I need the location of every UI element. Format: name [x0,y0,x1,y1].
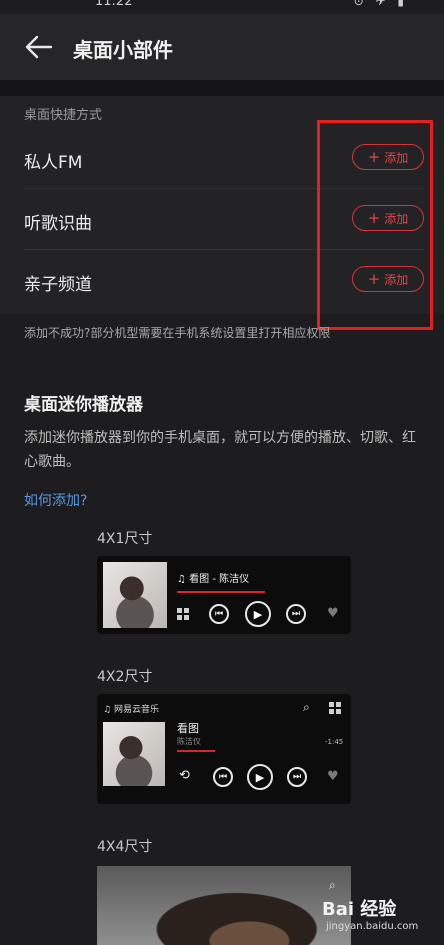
status-bar: 11:22 ⊙ ✈ ▮ [0,0,444,14]
widget-4x2-label: 4X2尺寸 [97,669,153,685]
widget-4x2-song-title: 看图 [177,722,199,735]
widget-4x2-preview: ♫ 网易云音乐 ⌕ 看图 陈洁仪 -1:45 ⟲ ⏮ ▶ ⏭ ♥ [97,694,351,804]
app-header: 桌面小部件 [0,14,444,80]
grid-icon[interactable] [177,608,189,620]
previous-icon[interactable]: ⏮ [209,604,229,624]
search-icon[interactable]: ⌕ [329,878,336,893]
shortcut-label: 听歌识曲 [24,214,92,234]
app-logo-icon: ♫ [177,574,190,585]
section-divider [0,80,444,96]
next-icon[interactable]: ⏭ [286,604,306,624]
next-icon[interactable]: ⏭ [287,767,307,787]
widget-4x1-song: ♫ 看图 - 陈洁仪 [177,574,250,585]
shortcuts-caption: 桌面快捷方式 [24,108,103,123]
album-cover [103,562,167,628]
heart-icon[interactable]: ♥ [327,769,339,784]
status-time: 11:22 [95,0,133,9]
widget-4x4-preview: ⌕ [97,866,351,945]
status-icons: ⊙ ✈ ▮ [353,0,408,8]
widget-4x2-app-name: ♫ 网易云音乐 [103,705,159,715]
highlight-annotation-box [317,120,433,330]
baidu-watermark-logo: Bai 经验 jingyan.baidu.com [322,895,422,941]
app-logo-icon: ♫ [103,705,114,715]
playback-progress [177,591,265,593]
repeat-icon[interactable]: ⟲ [179,768,190,783]
grid-icon[interactable] [329,702,341,714]
back-arrow-icon[interactable] [24,34,54,60]
mini-player-description: 添加迷你播放器到你的手机桌面，就可以方便的播放、切歌、红心歌曲。 [24,430,416,470]
shortcut-label: 亲子频道 [24,275,92,295]
watermark-url: jingyan.baidu.com [326,921,419,932]
play-icon[interactable]: ▶ [247,764,273,790]
how-to-add-link[interactable]: 如何添加? [24,490,87,510]
previous-icon[interactable]: ⏮ [213,767,233,787]
widget-4x1-label: 4X1尺寸 [97,531,153,547]
widget-4x4-label: 4X4尺寸 [97,839,153,855]
permission-note: 添加不成功?部分机型需要在手机系统设置里打开相应权限 [24,326,331,340]
album-cover [103,722,165,786]
page-title: 桌面小部件 [73,38,173,62]
shortcut-label: 私人FM [24,153,83,173]
widget-4x2-time: -1:45 [325,738,344,746]
watermark-brand: Bai 经验 [322,899,397,920]
search-icon[interactable]: ⌕ [303,700,310,715]
play-icon[interactable]: ▶ [245,601,271,627]
mini-player-title: 桌面迷你播放器 [24,395,143,415]
widget-4x1-preview: ♫ 看图 - 陈洁仪 ⏮ ▶ ⏭ ♥ [97,556,351,634]
heart-icon[interactable]: ♥ [327,606,339,621]
widget-4x2-artist: 陈洁仪 [177,737,201,746]
playback-progress [177,750,215,752]
